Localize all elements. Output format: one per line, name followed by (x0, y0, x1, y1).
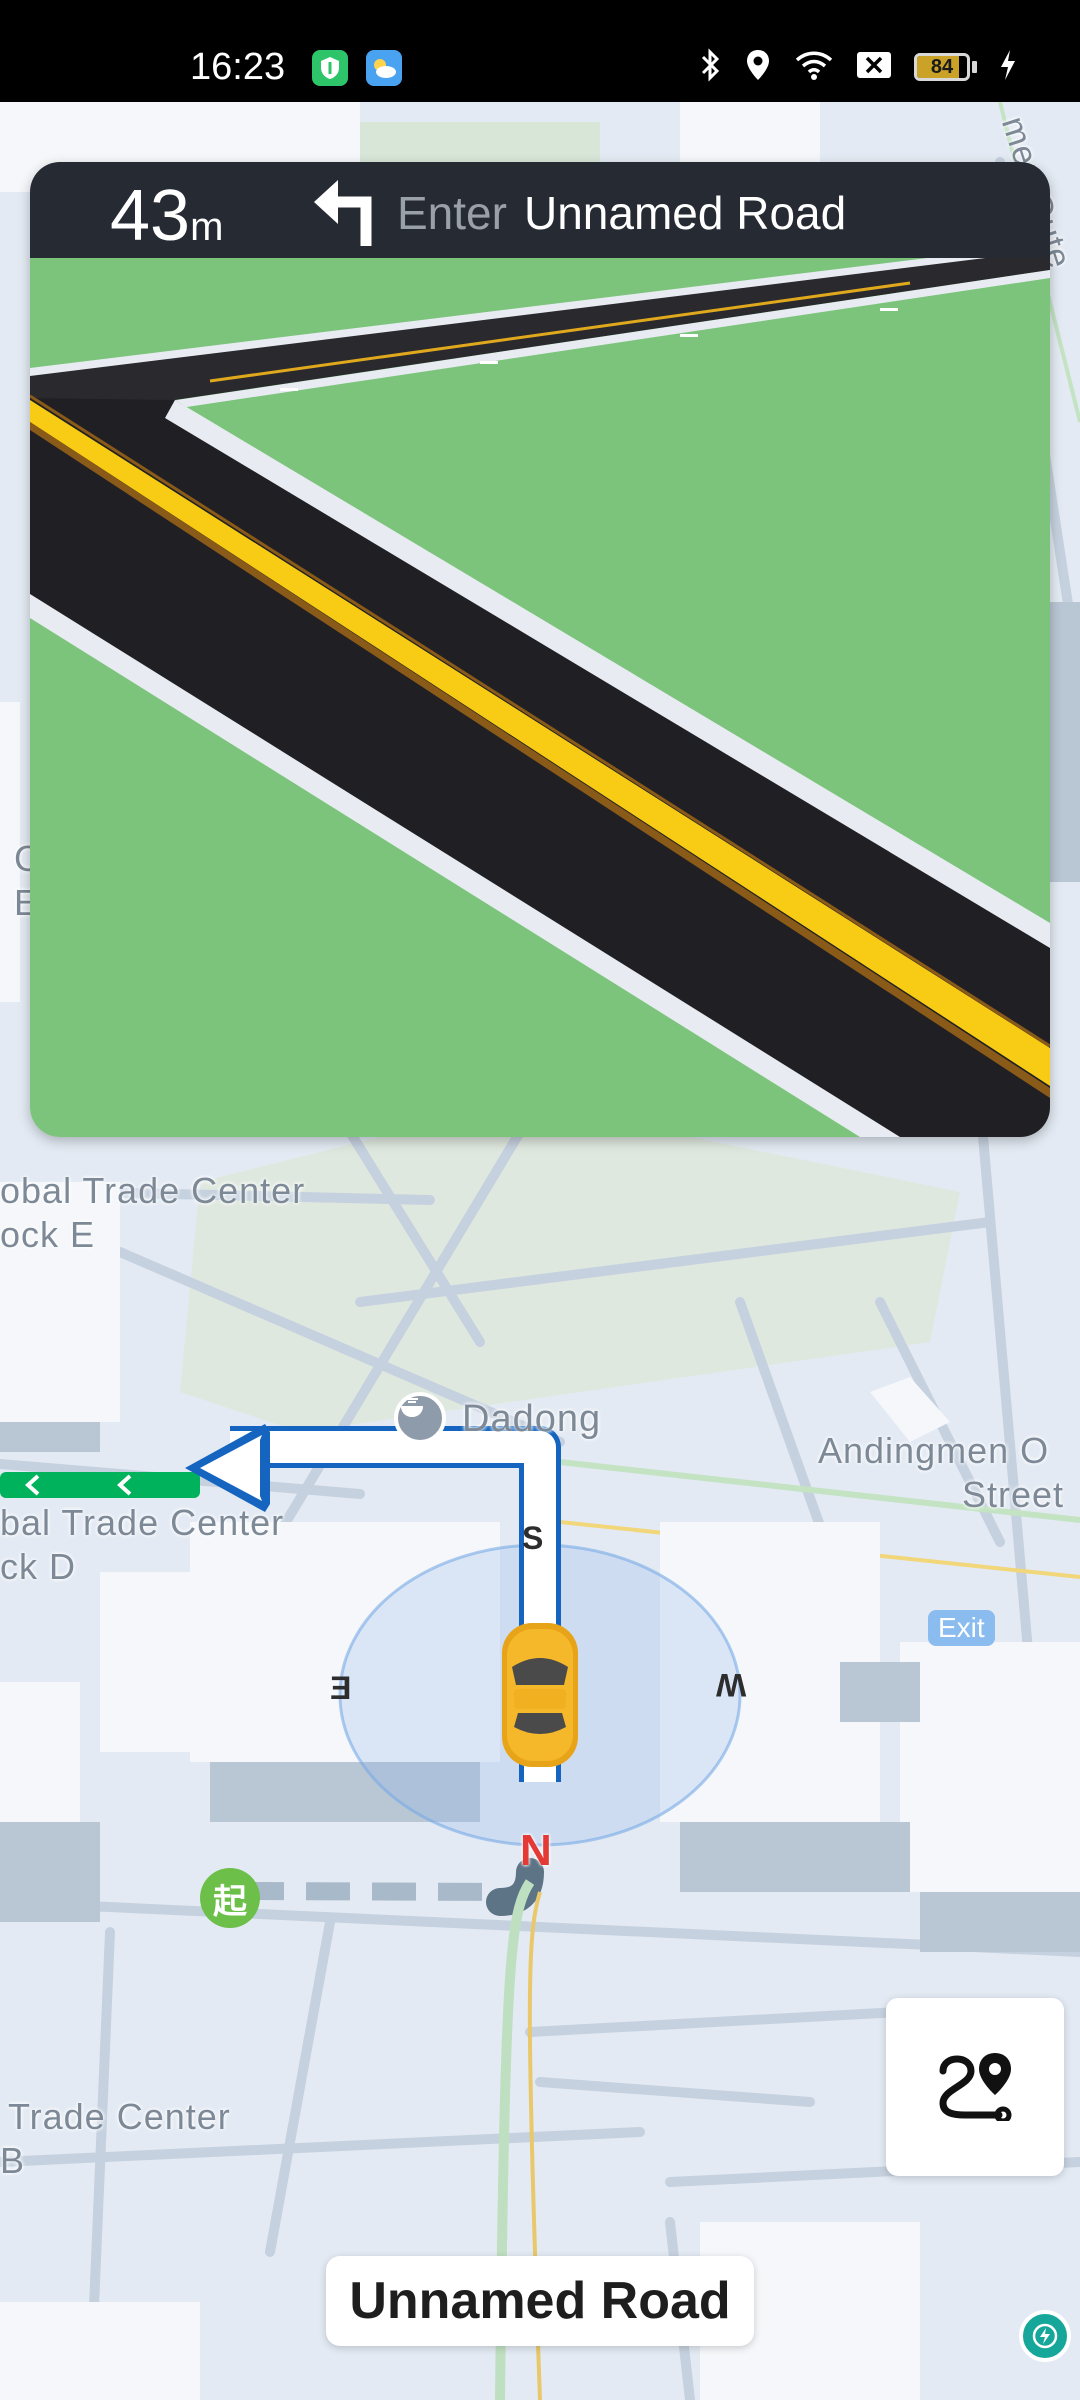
exit-badge: Exit (928, 1610, 995, 1646)
compass-north: N (520, 1826, 552, 1875)
route-overview-button[interactable] (886, 1998, 1064, 2176)
charging-icon (999, 49, 1017, 86)
compass-east: E (330, 1670, 352, 1706)
map-label-global-e-line1: obal Trade Center (0, 1170, 306, 1211)
bluetooth-icon (700, 47, 722, 87)
guidance-header: 43m Enter Unnamed Road (30, 162, 1050, 258)
shield-app-icon (312, 50, 348, 86)
status-bar: 16:23 84 (0, 0, 1080, 102)
battery-level: 84 (930, 56, 954, 78)
next-road-name: Unnamed Road (524, 187, 847, 239)
status-time: 16:23 (190, 46, 286, 88)
start-marker: 起 (200, 1868, 260, 1928)
battery-icon: 84 (914, 53, 977, 81)
eco-charge-icon[interactable] (1019, 2310, 1071, 2362)
distance-to-turn: 43m (110, 176, 224, 256)
compass-south: S (522, 1520, 544, 1556)
junction-view (30, 258, 1050, 1137)
sim-blocked-icon (856, 51, 892, 84)
map-label-dadong[interactable]: Dadong (462, 1398, 601, 1441)
current-road-label: Unnamed Road (326, 2256, 754, 2346)
restaurant-poi-icon[interactable] (394, 1392, 446, 1444)
compass-west: W (716, 1667, 747, 1703)
maneuver-action: Enter (397, 187, 507, 239)
route-overview-icon (933, 2049, 1017, 2126)
map-label-global-e-line2: ock E (0, 1214, 96, 1255)
map-label-andingmen-line1: Andingmen O (818, 1430, 1050, 1471)
weather-app-icon (366, 50, 402, 86)
wifi-icon (794, 49, 834, 86)
map-label-trade-center-b-line2: B (0, 2140, 26, 2181)
map-label-global-d-line1: bal Trade Center (0, 1502, 285, 1543)
map-label-trade-center-b-line1: Trade Center (8, 2096, 231, 2137)
guidance-card[interactable]: 43m Enter Unnamed Road (30, 162, 1050, 1137)
location-icon (744, 48, 772, 87)
map-label-andingmen-line2: Street (962, 1474, 1065, 1515)
map-label-global-d-line2: ck D (0, 1546, 76, 1587)
turn-left-icon (308, 172, 380, 253)
